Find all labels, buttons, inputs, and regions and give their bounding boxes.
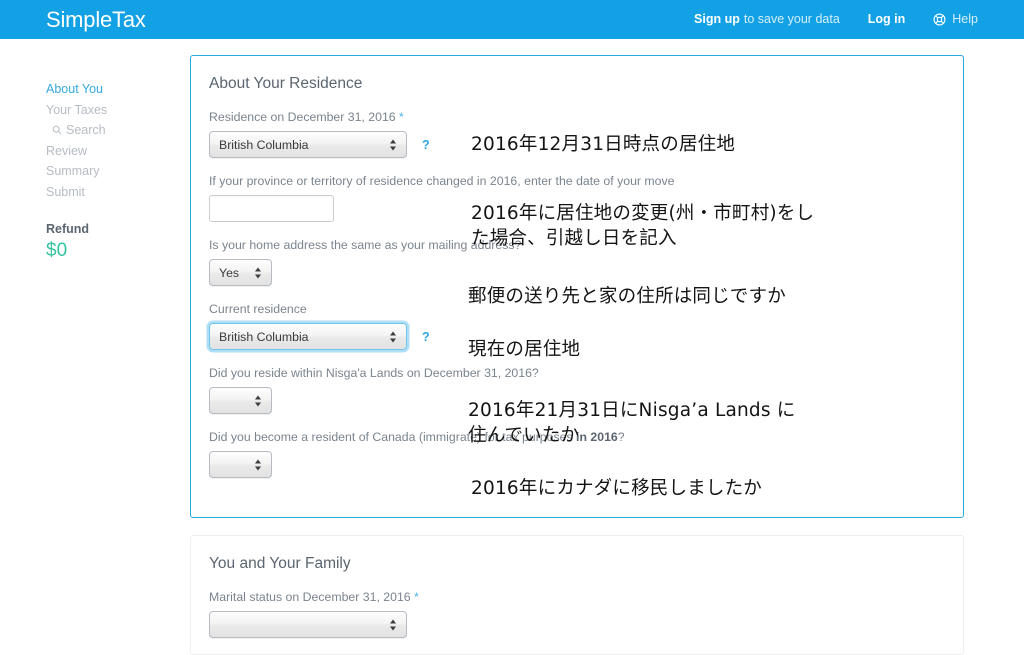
select-current-residence-value: British Columbia xyxy=(219,329,309,344)
required-marker: * xyxy=(399,110,404,124)
magnifier-icon xyxy=(52,125,62,135)
select-home-same-as-mailing[interactable]: Yes xyxy=(209,259,272,286)
signup-sublabel: to save your data xyxy=(743,12,840,27)
panel-title-residence: About Your Residence xyxy=(209,75,363,92)
refund-summary: Refund $0 xyxy=(0,220,186,264)
help-residence-dec31[interactable]: ? xyxy=(422,138,430,152)
refund-label: Refund xyxy=(46,222,90,236)
help-label: Help xyxy=(952,12,978,27)
stepper-arrows-icon xyxy=(254,266,262,280)
select-immigrate-2016[interactable] xyxy=(209,451,272,478)
sidebar-item-about-you[interactable]: About You xyxy=(0,79,186,100)
select-marital-status[interactable] xyxy=(209,611,407,638)
help-link[interactable]: Help xyxy=(933,13,978,26)
label-move-date: If your province or territory of residen… xyxy=(209,174,675,188)
annotation-nisgaa-lands: 2016年21月31日にNisga’a Lands に 住んでいたか xyxy=(468,400,796,446)
signup-label: Sign up xyxy=(694,12,740,27)
refund-amount: $0 xyxy=(46,240,68,261)
header-nav: Sign up to save your data Log in Help xyxy=(694,13,978,26)
annotation-residence-dec31: 2016年12月31日時点の居住地 xyxy=(471,134,736,155)
stepper-arrows-icon xyxy=(254,458,262,472)
select-current-residence[interactable]: British Columbia xyxy=(209,323,407,350)
stepper-arrows-icon xyxy=(389,138,397,152)
annotation-current-residence: 現在の居住地 xyxy=(468,339,581,360)
select-residence-dec31[interactable]: British Columbia xyxy=(209,131,407,158)
select-nisgaa-lands[interactable] xyxy=(209,387,272,414)
sidebar-item-search[interactable]: Search xyxy=(0,120,186,141)
sidebar-item-summary[interactable]: Summary xyxy=(0,161,186,182)
annotation-move-date: 2016年に居住地の変更(州・市町村)をし た場合、引越し日を記入 xyxy=(471,203,815,249)
sidebar-item-your-taxes[interactable]: Your Taxes xyxy=(0,100,186,121)
sidebar-search-label: Search xyxy=(66,123,106,137)
label-residence-dec31: Residence on December 31, 2016 * xyxy=(209,109,945,125)
panel-title-family: You and Your Family xyxy=(209,555,351,572)
select-residence-dec31-value: British Columbia xyxy=(219,137,309,152)
required-marker: * xyxy=(414,590,419,604)
label-nisgaa-lands: Did you reside within Nisga'a Lands on D… xyxy=(209,366,539,380)
sidebar-item-review[interactable]: Review xyxy=(0,141,186,162)
row-immigrate-2016 xyxy=(209,451,945,478)
family-form-body: Marital status on December 31, 2016 * xyxy=(191,589,963,638)
you-and-your-family-panel: You and Your Family Marital status on De… xyxy=(190,535,964,655)
input-move-date[interactable] xyxy=(209,195,334,222)
annotation-home-same-as-mailing: 郵便の送り先と家の住所は同じですか xyxy=(468,286,786,307)
annotation-immigrate-2016: 2016年にカナダに移民しましたか xyxy=(471,478,762,499)
row-home-same-as-mailing: Yes xyxy=(209,259,945,286)
top-header-bar: SimpleTax Sign up to save your data Log … xyxy=(0,0,1024,39)
brand-logo[interactable]: SimpleTax xyxy=(46,8,146,31)
stepper-arrows-icon xyxy=(389,330,397,344)
select-home-same-as-mailing-value: Yes xyxy=(219,265,240,280)
label-marital-status-text: Marital status on December 31, 2016 xyxy=(209,590,411,604)
label-residence-dec31-text: Residence on December 31, 2016 xyxy=(209,110,396,124)
lifebuoy-icon xyxy=(933,13,946,26)
help-current-residence[interactable]: ? xyxy=(422,330,430,344)
sidebar-item-submit[interactable]: Submit xyxy=(0,182,186,203)
row-marital-status xyxy=(209,611,945,638)
label-marital-status: Marital status on December 31, 2016 * xyxy=(209,589,945,605)
signup-link[interactable]: Sign up to save your data xyxy=(694,13,840,26)
sidebar-nav: About You Your Taxes Search Review Summa… xyxy=(0,39,186,620)
login-link[interactable]: Log in xyxy=(868,13,906,26)
stepper-arrows-icon xyxy=(254,394,262,408)
